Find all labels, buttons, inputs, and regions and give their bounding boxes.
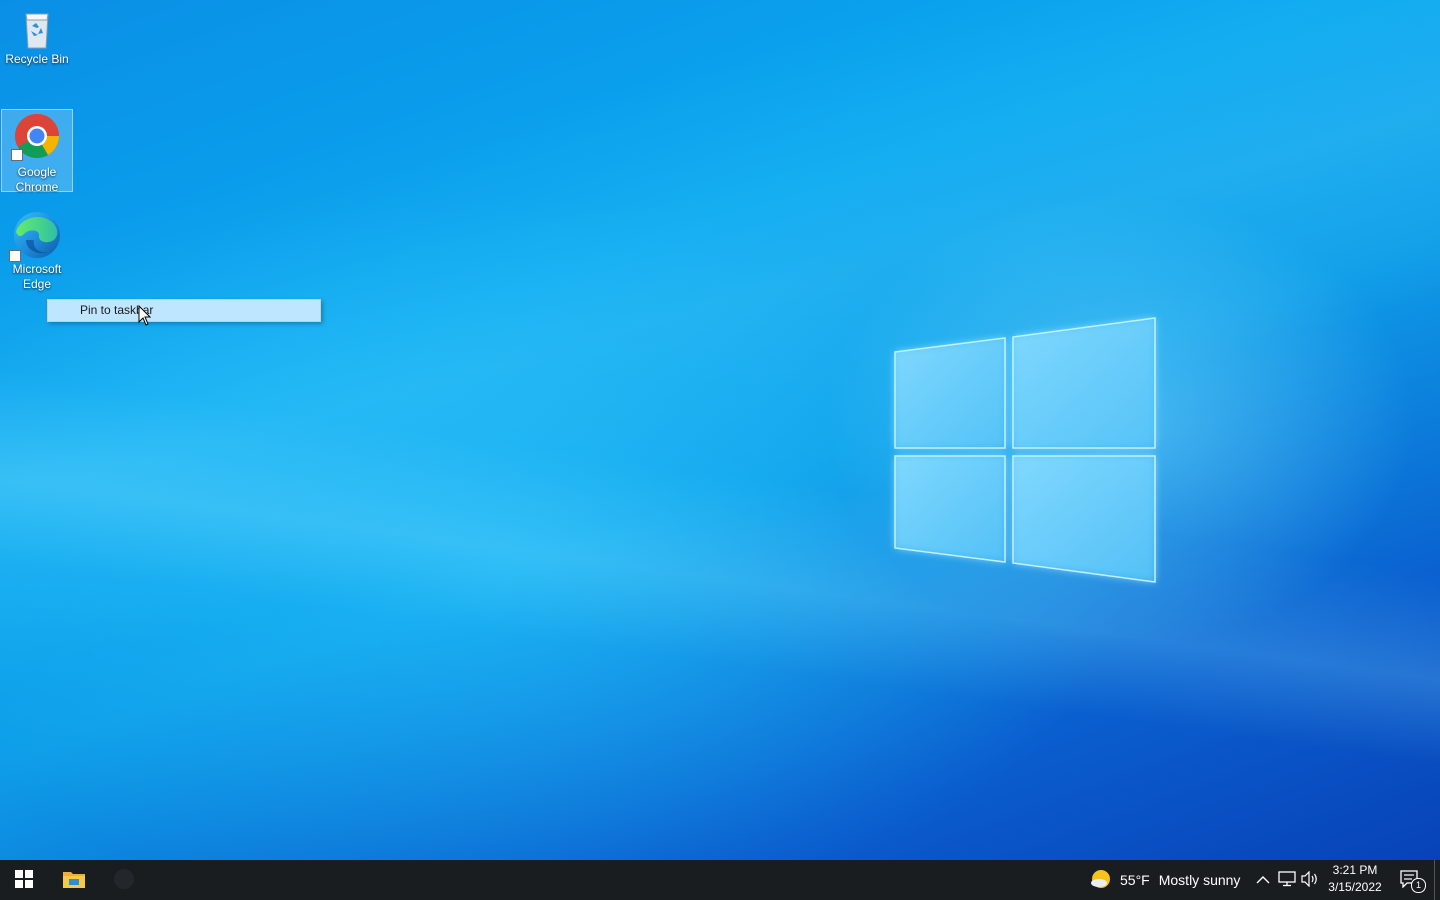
menu-item-pin-to-taskbar[interactable]: Pin to taskbar [48,300,320,321]
shortcut-arrow-icon [9,250,21,262]
shortcut-arrow-icon [11,149,23,161]
file-explorer-icon [62,869,86,892]
weather-temperature: 55°F [1120,872,1150,888]
chrome-icon [11,113,60,161]
windows-logo-icon [15,869,33,891]
network-button[interactable] [1277,870,1297,890]
weather-condition: Mostly sunny [1158,872,1241,888]
taskbar-app[interactable] [100,860,148,900]
wallpaper-light-beam [0,0,1440,860]
edge-label: Microsoft Edge [12,262,62,291]
start-button[interactable] [0,860,48,900]
show-hidden-icons-button[interactable] [1253,870,1273,890]
network-icon [1278,870,1296,890]
volume-icon [1301,870,1319,890]
chevron-up-icon [1256,872,1270,888]
wallpaper-light-beam [0,0,1440,860]
recycle-bin-label: Recycle Bin [5,52,69,66]
taskbar: 55°F Mostly sunny 3:21 PM 3/15/2022 1 [0,860,1440,900]
action-center-button[interactable]: 1 [1394,860,1428,900]
partly-sunny-icon [1090,868,1112,893]
app-icon [113,868,135,893]
mouse-cursor-icon [138,304,152,327]
context-menu: Pin to taskbar [47,299,321,322]
show-desktop-button[interactable] [1434,860,1440,900]
volume-button[interactable] [1300,870,1320,890]
desktop-background[interactable]: Recycle Bin Google Chrome Microsoft Edge… [0,0,1440,860]
chrome-label: Google Chrome [15,165,59,194]
recycle-bin-icon [17,6,57,50]
edge-icon [9,210,62,262]
system-clock[interactable]: 3:21 PM 3/15/2022 [1322,862,1388,898]
clock-time: 3:21 PM [1332,863,1378,877]
desktop-icon-recycle-bin[interactable]: Recycle Bin [1,6,73,76]
desktop-icon-microsoft-edge[interactable]: Microsoft Edge [1,210,73,296]
desktop-icon-google-chrome[interactable]: Google Chrome [1,109,73,194]
notification-count-badge: 1 [1411,878,1426,893]
weather-widget[interactable]: 55°F Mostly sunny [1090,860,1240,900]
action-center-icon: 1 [1400,870,1426,893]
taskbar-file-explorer[interactable] [50,860,98,900]
wallpaper-windows-logo [885,310,1175,600]
clock-date: 3/15/2022 [1328,880,1382,894]
